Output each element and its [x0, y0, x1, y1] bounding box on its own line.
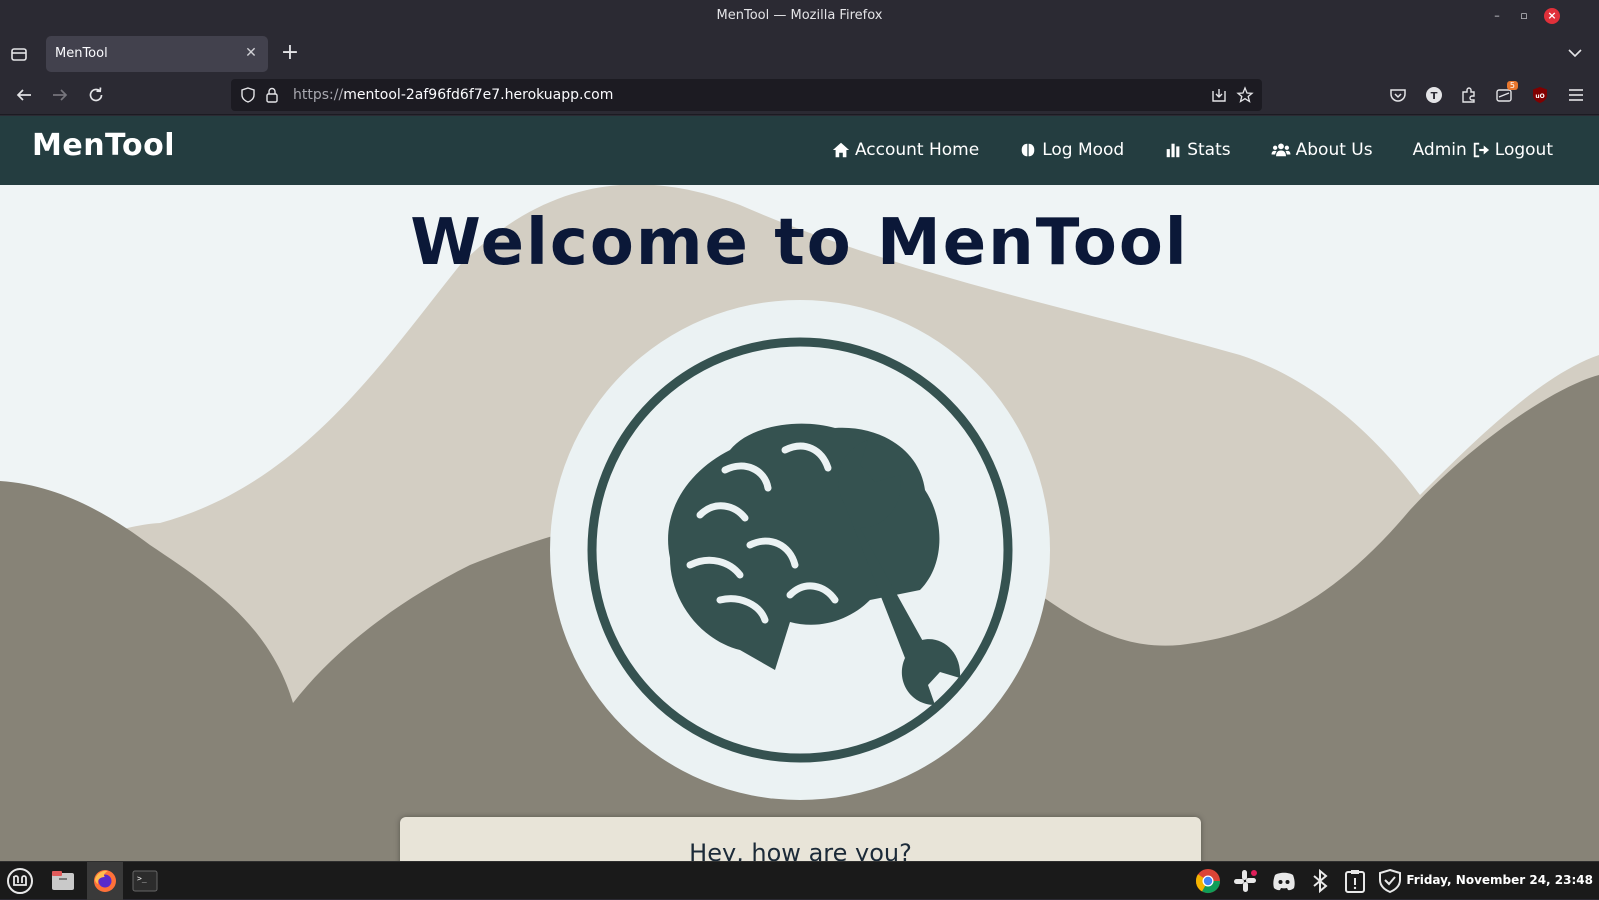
mentool-logo	[550, 300, 1050, 800]
bluetooth-icon[interactable]	[1306, 867, 1334, 895]
reload-icon[interactable]	[86, 85, 106, 105]
url-text: https://mentool-2af96fd6f7e7.herokuapp.c…	[293, 87, 614, 103]
app-menu-icon[interactable]	[1566, 85, 1586, 105]
ublock-origin-icon[interactable]: uO	[1530, 85, 1550, 105]
site-brand[interactable]: MenTool	[32, 128, 175, 163]
mint-menu-icon[interactable]	[6, 867, 34, 895]
bar-chart-icon	[1166, 143, 1180, 158]
nav-stats[interactable]: Stats	[1164, 140, 1231, 160]
chrome-icon[interactable]	[1194, 867, 1222, 895]
forward-icon[interactable]	[50, 85, 70, 105]
home-icon	[832, 142, 850, 158]
tracking-shield-icon[interactable]	[239, 86, 257, 104]
nav-label: Account Home	[854, 140, 980, 160]
site-header: MenTool Account Home Log Mood Stats Abou…	[0, 116, 1599, 185]
mood-check-card: Hey, how are you?	[400, 817, 1201, 861]
nav-logout-label: Logout	[1494, 140, 1553, 160]
bookmark-star-icon[interactable]	[1236, 86, 1254, 104]
firefox-view-icon[interactable]	[9, 44, 29, 64]
logout-icon	[1473, 142, 1489, 158]
new-tab-button[interactable]: +	[279, 42, 301, 64]
tab-title: MenTool	[55, 46, 108, 61]
account-t-icon[interactable]: T	[1424, 85, 1444, 105]
maximize-button[interactable]: ▫	[1516, 8, 1532, 24]
terminal-icon[interactable]: >_	[131, 867, 159, 895]
shield-icon[interactable]	[1376, 867, 1404, 895]
files-icon[interactable]	[49, 867, 77, 895]
window-title: MenTool — Mozilla Firefox	[716, 8, 883, 23]
extensions-icon[interactable]	[1459, 85, 1479, 105]
list-all-tabs-icon[interactable]	[1565, 43, 1585, 63]
close-window-button[interactable]: ×	[1544, 8, 1560, 24]
mood-question: Hey, how are you?	[689, 839, 912, 861]
nav-label: Stats	[1187, 140, 1231, 160]
brain-wrench-logo-icon	[587, 337, 1013, 763]
tab-close-icon[interactable]: ✕	[242, 44, 260, 62]
nav-label: Log Mood	[1042, 140, 1125, 160]
browser-toolbar: https://mentool-2af96fd6f7e7.herokuapp.c…	[0, 75, 1599, 115]
back-icon[interactable]	[14, 85, 34, 105]
save-to-pocket-download-icon[interactable]	[1210, 86, 1228, 104]
minimize-button[interactable]: –	[1489, 8, 1505, 24]
nav-log-mood[interactable]: Log Mood	[1019, 140, 1124, 160]
site-nav: Account Home Log Mood Stats About Us Adm…	[792, 140, 1553, 160]
window-titlebar: MenTool — Mozilla Firefox – ▫ ×	[0, 0, 1599, 33]
discord-icon[interactable]	[1270, 867, 1298, 895]
nav-admin-label: Admin	[1412, 140, 1467, 160]
users-icon	[1271, 143, 1291, 157]
svg-text:T: T	[1431, 91, 1438, 102]
slack-icon[interactable]	[1231, 867, 1259, 895]
taskbar-clock[interactable]: Friday, November 24, 23:48	[1406, 873, 1593, 887]
tab-strip: MenTool ✕ +	[0, 33, 1599, 75]
web-page: MenTool Account Home Log Mood Stats Abou…	[0, 116, 1599, 861]
pocket-icon[interactable]	[1388, 85, 1408, 105]
nav-label: About Us	[1295, 140, 1373, 160]
svg-text:uO: uO	[1535, 93, 1544, 100]
address-bar[interactable]: https://mentool-2af96fd6f7e7.herokuapp.c…	[231, 79, 1262, 111]
nav-account-home[interactable]: Account Home	[832, 140, 979, 160]
hero-title: Welcome to MenTool	[410, 206, 1189, 280]
extension-badge-count: 5	[1506, 81, 1518, 90]
nav-about-us[interactable]: About Us	[1271, 140, 1373, 160]
firefox-icon[interactable]	[91, 867, 119, 895]
svg-text:>_: >_	[137, 874, 147, 883]
extension-badge-icon[interactable]: 5	[1494, 81, 1518, 105]
tab-mentool[interactable]: MenTool ✕	[46, 36, 268, 72]
brain-icon	[1021, 143, 1035, 157]
os-taskbar: >_ Friday, November 24, 23:48	[0, 861, 1599, 900]
clipboard-icon[interactable]	[1341, 867, 1369, 895]
lock-icon[interactable]	[263, 86, 281, 104]
nav-admin-logout[interactable]: Admin Logout	[1413, 140, 1553, 160]
